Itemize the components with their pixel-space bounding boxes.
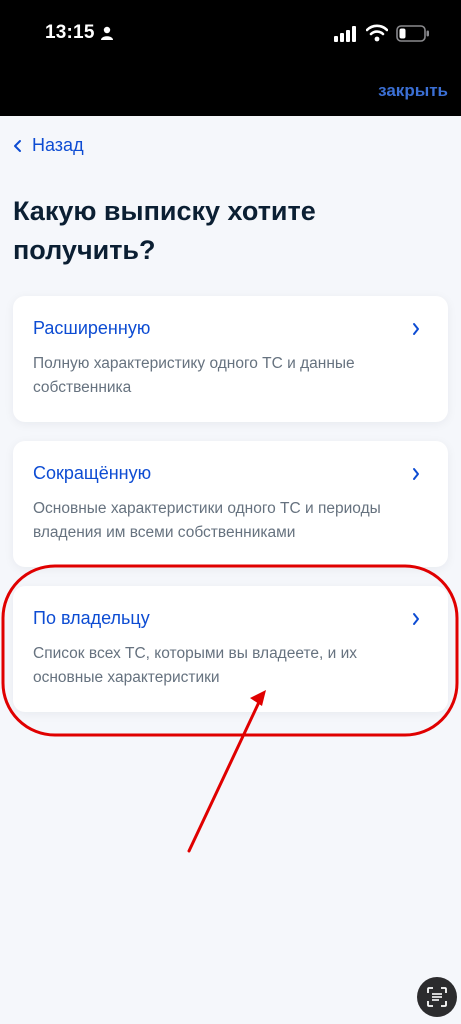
screen-capture-button[interactable] (417, 977, 457, 1017)
chevron-left-icon (14, 139, 21, 152)
chevron-right-icon (413, 323, 419, 335)
status-bar: 13:15 закрыть (0, 0, 461, 116)
chevron-right-icon (413, 613, 419, 625)
option-description: Полную характеристику одного ТС и данные… (33, 355, 355, 396)
option-card-short[interactable]: Сокращённую Основные характеристики одно… (13, 441, 448, 567)
wifi-icon (366, 24, 388, 42)
option-description: Список всех ТС, которыми вы владеете, и … (33, 645, 357, 686)
option-title: Расширенную (33, 318, 151, 338)
text-scan-icon (427, 987, 447, 1007)
cellular-signal-icon (334, 26, 356, 42)
back-label: Назад (32, 135, 84, 155)
chevron-right-icon (413, 468, 419, 480)
battery-icon (396, 25, 429, 42)
option-description: Основные характеристики одного ТС и пери… (33, 500, 381, 541)
annotation-arrow-line (187, 698, 262, 853)
option-card-extended[interactable]: Расширенную Полную характеристику одного… (13, 296, 448, 422)
status-time: 13:15 (45, 22, 95, 43)
option-title: Сокращённую (33, 463, 152, 483)
back-link[interactable]: Назад (13, 135, 84, 156)
page-title: Какую выписку хотите получить? (13, 196, 316, 265)
close-link[interactable]: закрыть (378, 81, 448, 101)
option-title: По владельцу (33, 608, 150, 628)
person-icon (101, 26, 113, 40)
option-card-by-owner[interactable]: По владельцу Список всех ТС, которыми вы… (13, 586, 448, 712)
